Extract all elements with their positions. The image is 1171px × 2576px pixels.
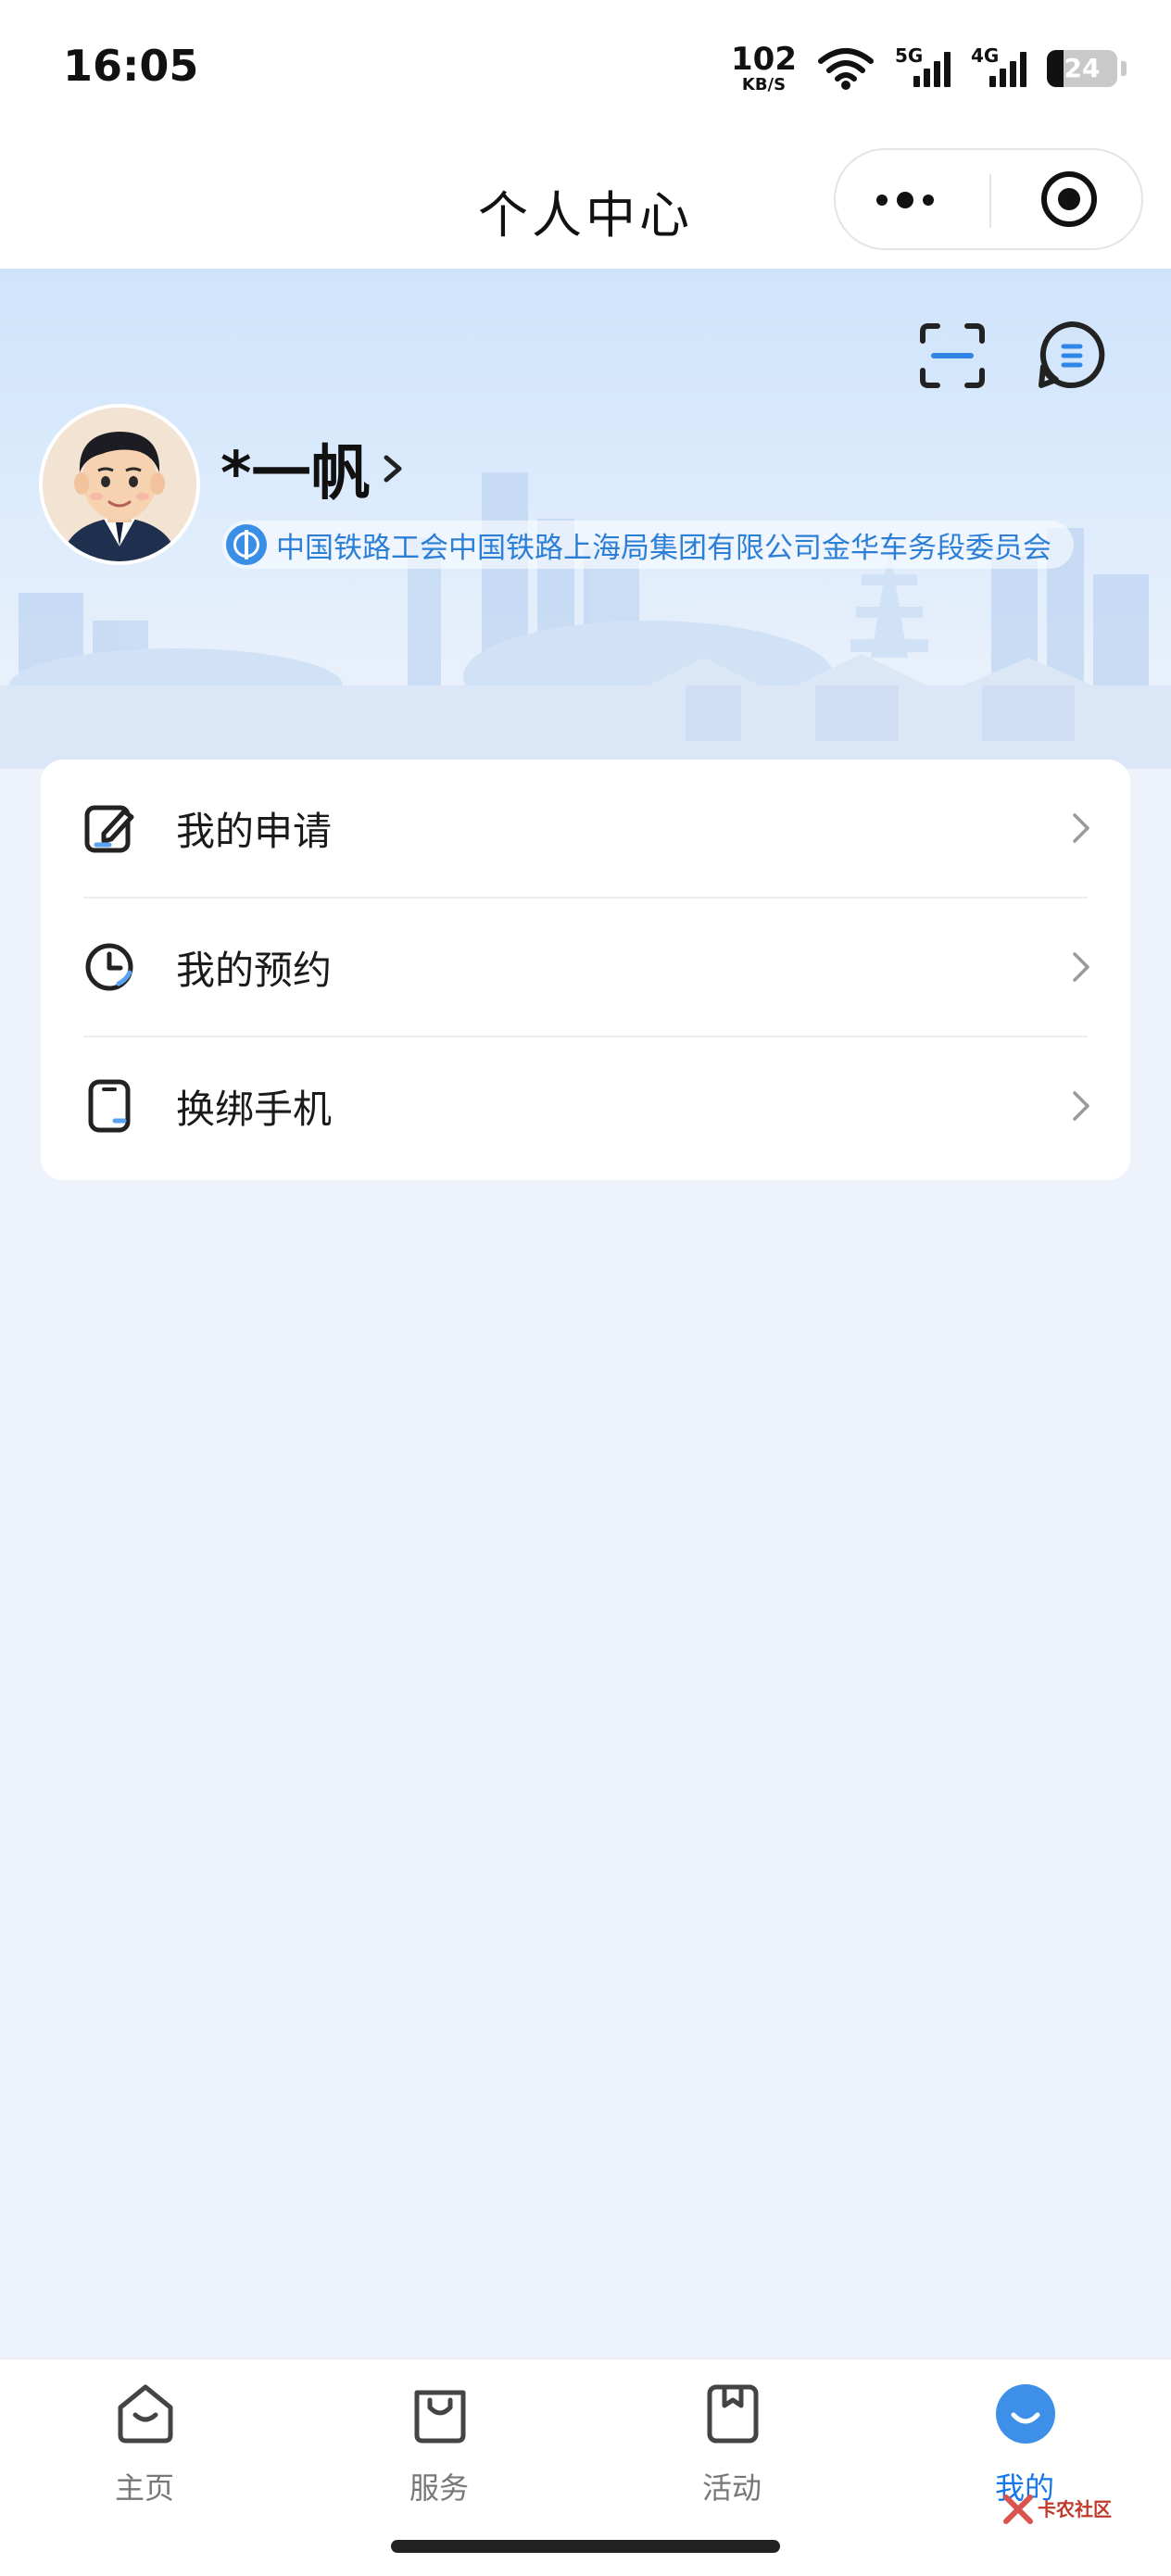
wifi-icon [818,48,874,90]
organization-name: 中国铁路工会中国铁路上海局集团有限公司金华车务段委员会 [276,531,1051,565]
watermark-text: 卡农社区 [1038,2498,1112,2520]
watermark-logo-icon [1003,2494,1033,2524]
navigation-bar: 个人中心 [0,139,1171,269]
avatar[interactable] [39,404,200,565]
more-dot-icon [897,192,913,208]
watermark: 卡农社区 [1002,2494,1112,2525]
profile-header: *一帆 中国铁路工会中国铁路上海局集团有限公司金华车务段委员会 [0,269,1171,769]
more-dot-icon [923,195,934,206]
battery-level: 24 [1064,53,1101,83]
close-mini-program-button[interactable] [1041,171,1097,227]
tab-services[interactable]: 服务 [346,2381,532,2530]
tab-label: 主页 [114,2470,174,2506]
shopping-bag-icon [414,2390,466,2444]
user-name: *一帆 [220,440,371,509]
network-speed-unit: KB/S [741,75,787,94]
home-icon [118,2384,173,2444]
network-speed-value: 102 [731,41,797,78]
organization-tag: 中国铁路工会中国铁路上海局集团有限公司金华车务段委员会 [222,521,1074,569]
menu-item-change-phone[interactable]: 换绑手机 [41,1037,1130,1175]
message-icon[interactable] [1036,319,1108,391]
tab-label: 活动 [701,2470,762,2506]
network-speed: 102 KB/S [731,44,797,94]
menu-card: 我的申请 我的预约 换绑手机 [41,760,1130,1180]
union-logo-icon [226,524,267,565]
menu-item-label: 换绑手机 [176,1086,333,1132]
battery-tip [1121,61,1127,76]
cellular-signal-5g-icon: 5G [895,44,951,93]
status-time: 16:05 [63,41,199,91]
battery-icon: 24 [1047,50,1117,87]
chevron-right-icon [1073,952,1089,982]
avatar-illustration [43,408,196,561]
menu-item-label: 我的申请 [176,808,333,854]
cellular-signal-4g-icon: 4G [971,44,1026,93]
edit-document-icon [84,805,134,853]
menu-item-label: 我的预约 [176,947,333,993]
tab-label: 服务 [409,2470,469,2506]
home-indicator[interactable] [391,2540,780,2553]
capsule-divider [989,174,991,228]
clock-icon [85,943,133,991]
mini-program-capsule [834,148,1143,250]
chevron-right-icon [384,455,402,483]
bookmark-icon [707,2384,759,2444]
scan-icon[interactable] [917,320,988,391]
tab-activities[interactable]: 活动 [639,2381,825,2530]
more-options-button[interactable] [876,192,934,208]
status-indicators: 102 KB/S 5G 4G 24 [731,41,1127,96]
menu-item-my-applications[interactable]: 我的申请 [41,760,1130,897]
status-bar: 16:05 102 KB/S 5G 4G 24 [0,0,1171,139]
profile-smile-icon [996,2384,1055,2444]
user-name-link[interactable]: *一帆 [220,426,407,511]
chevron-right-icon [1073,813,1089,843]
menu-item-my-reservations[interactable]: 我的预约 [41,898,1130,1036]
phone-icon [88,1079,131,1133]
tab-home[interactable]: 主页 [52,2381,237,2530]
more-dot-icon [876,195,888,206]
chevron-right-icon [1073,1091,1089,1121]
